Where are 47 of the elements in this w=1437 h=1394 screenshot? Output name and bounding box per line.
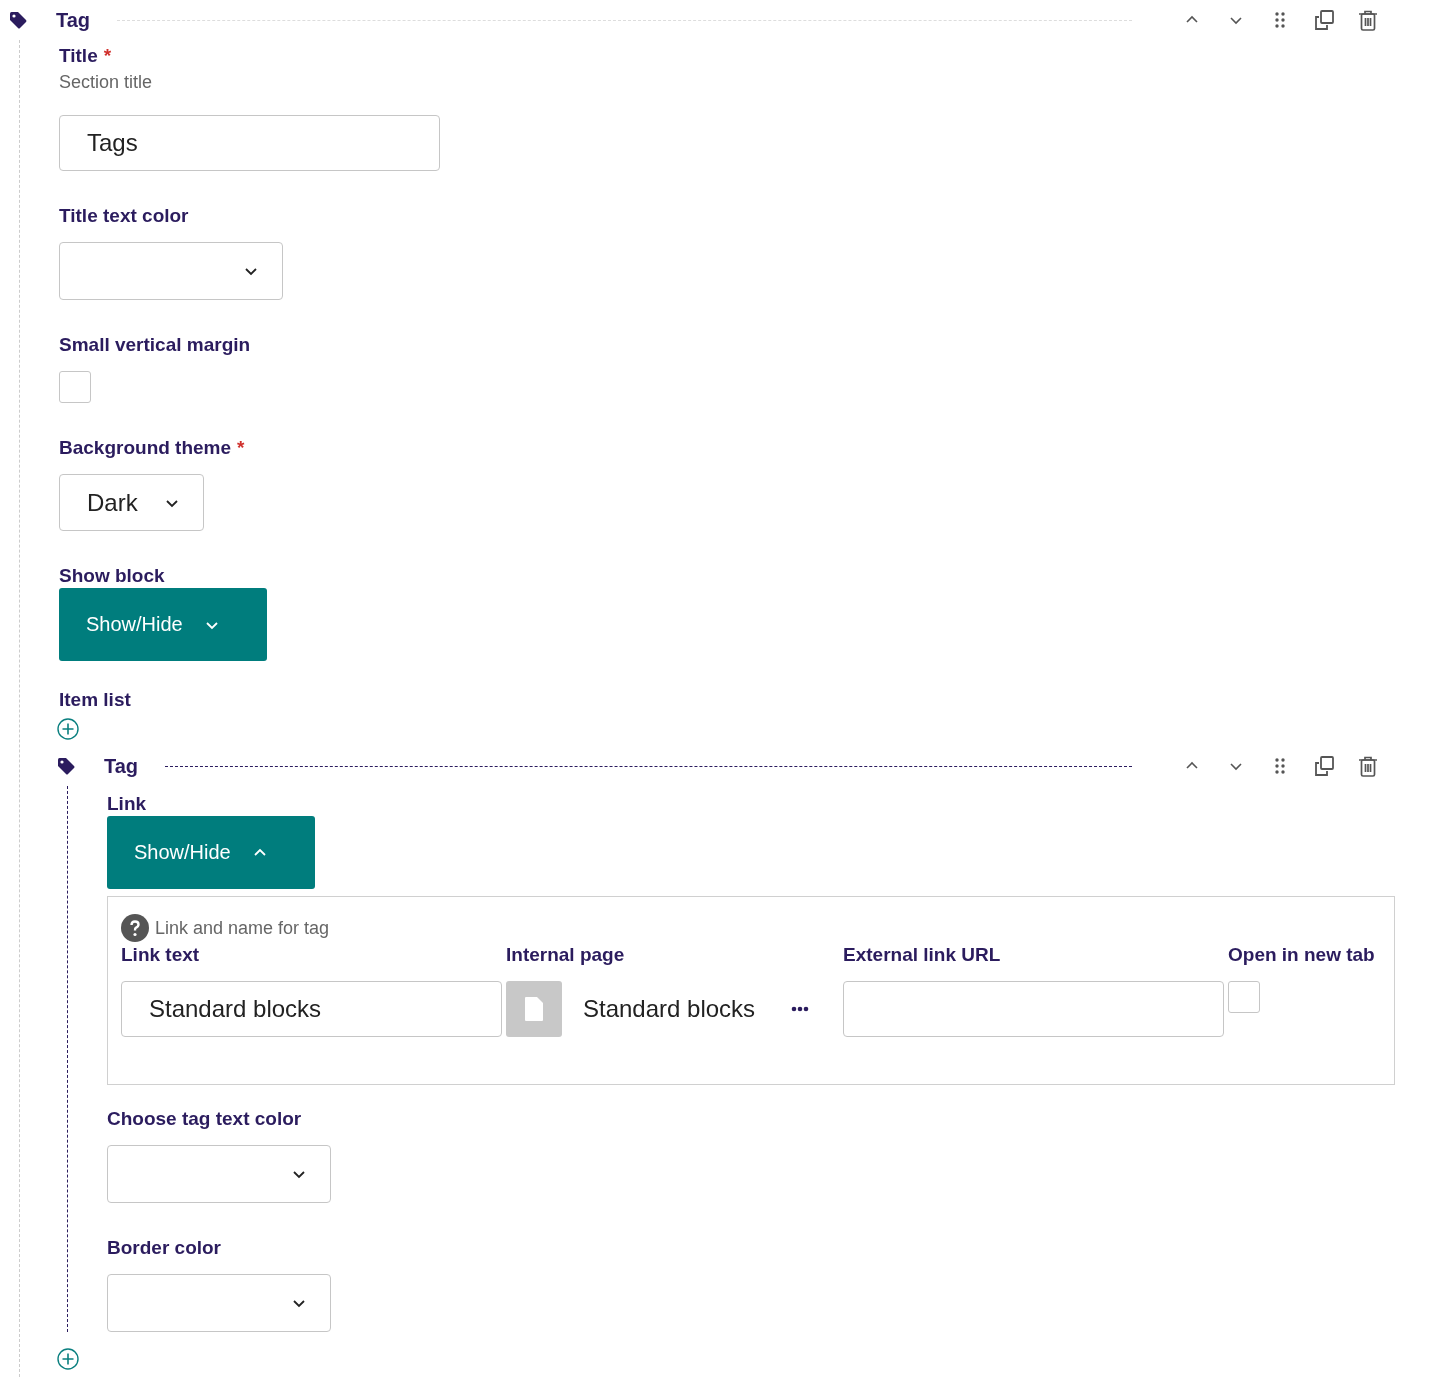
- plus-icon: [57, 1348, 79, 1370]
- selected-page: Standard blocks: [583, 995, 756, 1023]
- show-hide-button[interactable]: Show/Hide: [107, 816, 315, 889]
- dropdown[interactable]: [107, 1145, 331, 1203]
- text-field[interactable]: Standard blocks: [121, 981, 502, 1037]
- field-label: Title: [59, 45, 98, 67]
- field-label: External link URL: [843, 944, 1002, 967]
- tag-icon: [57, 756, 76, 776]
- document-icon: [524, 996, 544, 1022]
- page-picker-button[interactable]: [506, 981, 562, 1037]
- field-label: Choose tag text color: [107, 1108, 302, 1130]
- field-label: Internal page: [506, 944, 626, 967]
- add-button[interactable]: [57, 1348, 79, 1370]
- add-button[interactable]: [57, 718, 79, 740]
- field-label: Open in new tab: [1228, 944, 1376, 967]
- show-hide-button[interactable]: Show/Hide: [59, 588, 267, 661]
- help-text: Section title: [59, 72, 154, 94]
- help-icon: [121, 914, 149, 942]
- field-label: Title text color: [59, 205, 189, 227]
- dropdown[interactable]: [107, 1274, 331, 1332]
- field-label: Show block: [59, 565, 165, 587]
- ellipsis-icon: [791, 1006, 810, 1012]
- plus-icon: [57, 718, 79, 740]
- field-label: Link: [107, 793, 147, 815]
- field-label: Background theme: [59, 437, 232, 459]
- block-title: Tag: [56, 8, 91, 32]
- trash-icon: [1358, 9, 1378, 31]
- copy-icon: [1314, 756, 1334, 776]
- drag-handle-icon: [1274, 757, 1286, 775]
- dropdown[interactable]: Dark: [59, 474, 204, 531]
- text-field[interactable]: [843, 981, 1224, 1037]
- help-text: Link and name for tag: [155, 917, 330, 939]
- field-label: Small vertical margin: [59, 334, 251, 356]
- checkbox[interactable]: [1228, 981, 1260, 1013]
- field-label: Border color: [107, 1237, 222, 1259]
- block-title: Tag: [104, 754, 139, 778]
- required-mark: *: [237, 437, 245, 459]
- checkbox[interactable]: [59, 371, 91, 403]
- drag-handle-icon: [1274, 11, 1286, 29]
- field-label: Item list: [59, 689, 131, 711]
- copy-icon: [1314, 10, 1334, 30]
- field-label: Link text: [121, 944, 201, 967]
- dropdown[interactable]: [59, 242, 283, 300]
- trash-icon: [1358, 755, 1378, 777]
- text-field[interactable]: Tags: [59, 115, 440, 171]
- required-mark: *: [103, 45, 112, 67]
- tag-icon: [9, 10, 28, 30]
